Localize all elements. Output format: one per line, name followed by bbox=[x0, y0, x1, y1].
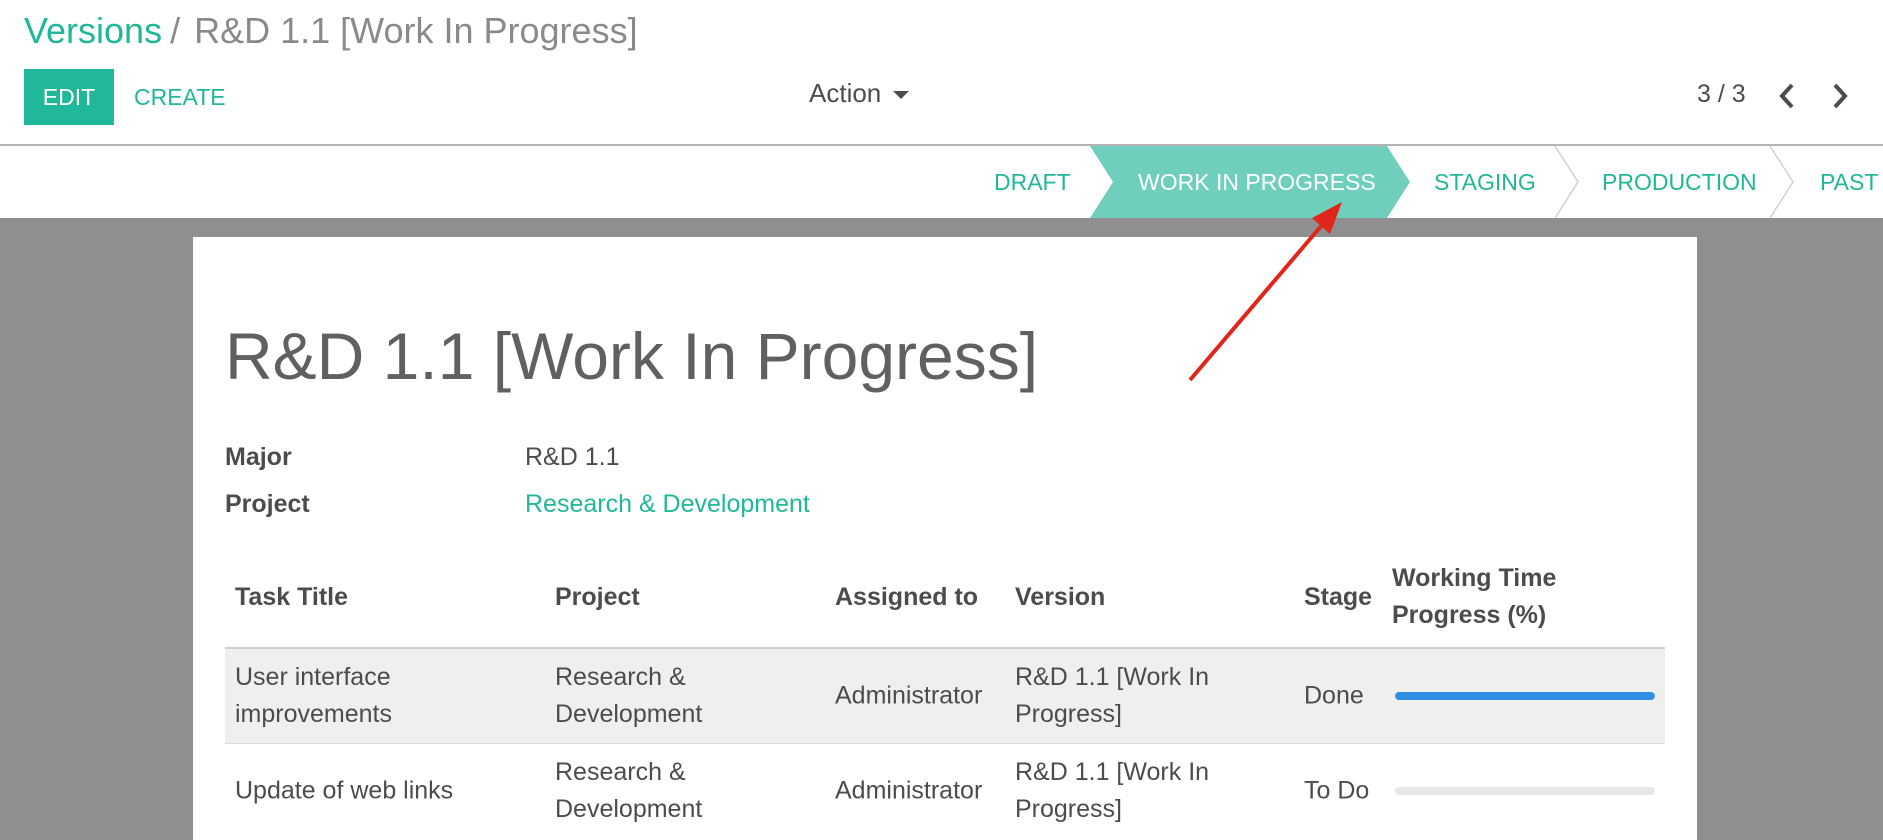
cell-version-line2: Progress] bbox=[1015, 700, 1122, 728]
cell-assigned-to: Administrator bbox=[835, 681, 983, 710]
progress-bar-fill bbox=[1395, 692, 1655, 700]
breadcrumb: Versions / R&D 1.1 [Work In Progress] bbox=[24, 10, 638, 52]
field-label-major: Major bbox=[225, 443, 292, 471]
control-panel: Versions / R&D 1.1 [Work In Progress] EDIT… bbox=[0, 0, 1883, 146]
breadcrumb-separator: / bbox=[170, 10, 181, 51]
cell-project-line1: Research & bbox=[555, 663, 686, 691]
cell-task-title: User interface improvements bbox=[235, 659, 392, 733]
status-bar bbox=[0, 146, 1883, 218]
progress-bar bbox=[1395, 787, 1655, 795]
field-label-project: Project bbox=[225, 490, 310, 518]
cell-version: R&D 1.1 [Work In Progress] bbox=[1015, 659, 1209, 733]
record-title: R&D 1.1 [Work In Progress] bbox=[225, 319, 1039, 393]
progress-bar bbox=[1395, 692, 1655, 700]
stage-past[interactable]: PAST bbox=[1820, 146, 1878, 218]
caret-down-icon bbox=[893, 91, 910, 99]
chevron-right-icon bbox=[1833, 83, 1848, 109]
cell-assigned-to: Administrator bbox=[835, 776, 983, 805]
cell-version-line1: R&D 1.1 [Work In bbox=[1015, 663, 1210, 691]
cell-stage: Done bbox=[1304, 681, 1364, 710]
chevron-left-icon bbox=[1779, 83, 1794, 109]
cell-version: R&D 1.1 [Work In Progress] bbox=[1015, 754, 1209, 828]
stage-draft[interactable]: DRAFT bbox=[994, 146, 1071, 218]
cell-project-line2: Development bbox=[555, 795, 703, 823]
action-dropdown[interactable]: Action bbox=[809, 78, 910, 109]
active-stage-background bbox=[1090, 146, 1794, 218]
pager-previous-button[interactable] bbox=[1770, 79, 1804, 113]
cell-project: Research & Development bbox=[555, 754, 702, 828]
edit-button[interactable]: EDIT bbox=[24, 69, 114, 125]
table-row[interactable]: User interface improvements Research & D… bbox=[225, 649, 1665, 743]
pager-value: 3 / 3 bbox=[1697, 80, 1746, 108]
cell-task-title-line2: improvements bbox=[235, 700, 392, 728]
pager-next-button[interactable] bbox=[1823, 79, 1857, 113]
breadcrumb-current: R&D 1.1 [Work In Progress] bbox=[194, 10, 638, 51]
column-header-version[interactable]: Version bbox=[1015, 579, 1105, 616]
cell-project: Research & Development bbox=[555, 659, 702, 733]
column-header-stage[interactable]: Stage bbox=[1304, 579, 1372, 616]
cell-project-line1: Research & bbox=[555, 758, 686, 786]
column-header-task-title[interactable]: Task Title bbox=[235, 579, 348, 616]
stage-staging[interactable]: STAGING bbox=[1434, 146, 1536, 218]
breadcrumb-versions-link[interactable]: Versions bbox=[24, 10, 162, 51]
field-value-project-link[interactable]: Research & Development bbox=[525, 490, 810, 519]
column-header-progress-line1: Working Time bbox=[1392, 564, 1557, 592]
stage-work-in-progress[interactable]: WORK IN PROGRESS bbox=[1138, 146, 1376, 218]
create-button[interactable]: CREATE bbox=[134, 69, 226, 125]
table-row[interactable]: Update of web links Research & Developme… bbox=[225, 744, 1665, 838]
cell-project-line2: Development bbox=[555, 700, 703, 728]
cell-stage: To Do bbox=[1304, 776, 1370, 805]
stage-production[interactable]: PRODUCTION bbox=[1602, 146, 1757, 218]
column-header-progress-line2: Progress (%) bbox=[1392, 601, 1547, 629]
column-header-project[interactable]: Project bbox=[555, 579, 640, 616]
cell-task-title: Update of web links bbox=[235, 776, 454, 805]
column-header-assigned-to[interactable]: Assigned to bbox=[835, 579, 978, 616]
action-label: Action bbox=[809, 78, 882, 108]
column-header-progress[interactable]: Working Time Progress (%) bbox=[1392, 560, 1556, 634]
cell-task-title-line1: User interface bbox=[235, 663, 391, 691]
cell-version-line1: R&D 1.1 [Work In bbox=[1015, 758, 1210, 786]
field-value-major: R&D 1.1 bbox=[525, 443, 620, 471]
cell-version-line2: Progress] bbox=[1015, 795, 1122, 823]
